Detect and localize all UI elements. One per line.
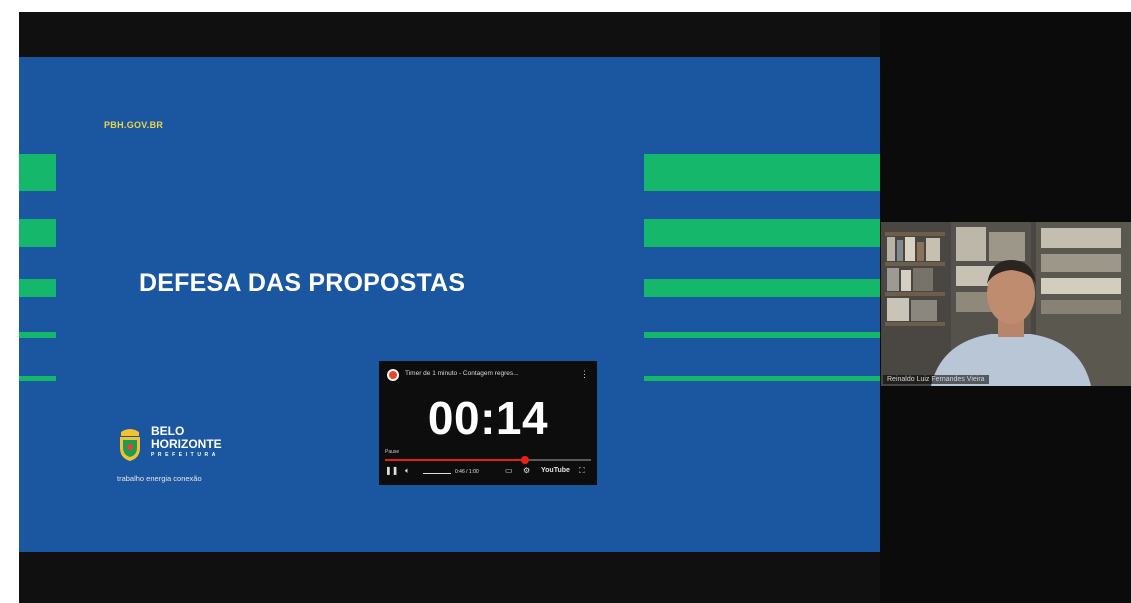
stripe-decoration (19, 279, 56, 297)
more-vertical-icon[interactable]: ⋮ (580, 369, 589, 380)
video-progress-bar[interactable] (385, 456, 591, 464)
timer-video-player[interactable]: Timer de 1 minuto - Contagem regres... ⋮… (379, 361, 597, 485)
video-title[interactable]: Timer de 1 minuto - Contagem regres... (405, 370, 519, 377)
volume-icon[interactable]: 🔈︎ (405, 466, 410, 476)
stripe-decoration (19, 154, 56, 191)
progress-handle[interactable] (521, 456, 530, 464)
stripe-decoration (644, 376, 880, 381)
logo-line-2: HORIZONTE (151, 437, 222, 451)
stripe-decoration (19, 332, 56, 338)
pause-icon[interactable]: ❚❚ (385, 466, 398, 475)
meeting-window: PBH.GOV.BR DEFESA DAS PROPOSTAS BELO HOR… (19, 12, 1131, 603)
stripe-decoration (644, 154, 880, 191)
stripe-decoration (644, 332, 880, 338)
logo-tagline: trabalho energia conexão (117, 474, 202, 483)
captions-icon[interactable]: ▭ (505, 466, 513, 475)
participant-video-tile[interactable]: Reinaldo Luiz Fernandes Vieira (881, 222, 1131, 386)
fullscreen-icon[interactable]: ⛶ (579, 466, 585, 476)
youtube-logo[interactable]: YouTube (541, 467, 570, 474)
presentation-slide: PBH.GOV.BR DEFESA DAS PROPOSTAS BELO HOR… (19, 57, 880, 552)
time-display: 0:46 / 1:00 (455, 469, 479, 475)
screen-share-area: PBH.GOV.BR DEFESA DAS PROPOSTAS BELO HOR… (19, 12, 880, 603)
stripe-decoration (19, 219, 56, 247)
logo-line-3: PREFEITURA (151, 452, 219, 458)
progress-fill (385, 459, 526, 461)
stripe-decoration (644, 219, 880, 247)
coat-of-arms-icon (120, 429, 140, 461)
slide-title: DEFESA DAS PROPOSTAS (139, 269, 466, 297)
video-controls: ❚❚ 🔈︎ 0:46 / 1:00 ▭ ⚙ YouTube ⛶ (385, 466, 591, 480)
stripe-decoration (19, 376, 56, 381)
stripe-decoration (644, 279, 880, 297)
participant-camera-feed (881, 222, 1131, 386)
city-logo: BELO HORIZONTE PREFEITURA trabalho energ… (117, 422, 287, 492)
site-label: PBH.GOV.BR (104, 120, 164, 130)
participant-name-label: Reinaldo Luiz Fernandes Vieira (883, 375, 989, 384)
volume-slider[interactable] (423, 473, 451, 474)
pause-status-label: Pause (385, 449, 400, 455)
logo-line-1: BELO (151, 424, 185, 438)
clock-icon (387, 369, 399, 381)
settings-icon[interactable]: ⚙ (523, 466, 530, 475)
countdown-digits: 00:14 (427, 392, 549, 444)
